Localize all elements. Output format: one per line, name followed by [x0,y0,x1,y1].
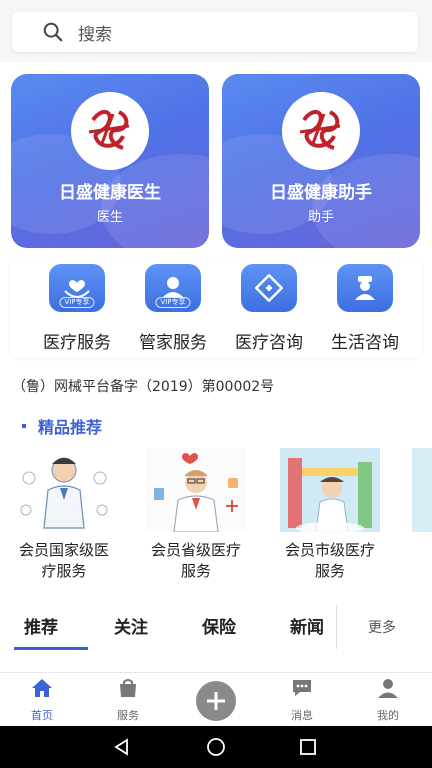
service-label: 医疗服务 [43,333,111,353]
doctor-illustration-icon [146,448,246,532]
bottom-nav: 首页 服务 消息 我的 [0,672,432,726]
tab-insurance[interactable]: 保险 [202,613,236,638]
service-grid: VIP专享 医疗服务 VIP专享 管家服务 医疗咨询 生活咨询 [10,258,422,358]
more-button[interactable]: 更多 [368,617,396,637]
bullet-icon [22,424,26,428]
product-card[interactable]: 会员市级医疗 服务 [274,448,386,582]
vip-tag: VIP专享 [155,297,191,308]
tab-recommend[interactable]: 推荐 [24,613,58,638]
tab-follow[interactable]: 关注 [114,613,148,638]
heart-hands-icon: VIP专享 [49,264,105,312]
search-area: 搜索 [0,0,432,62]
system-nav-bar [0,726,432,768]
vip-tag: VIP专享 [59,297,95,308]
nav-label: 服务 [117,709,139,722]
nav-profile[interactable]: 我的 [358,677,418,723]
service-label: 生活咨询 [331,333,399,353]
medical-cross-icon [241,264,297,312]
service-label: 医疗咨询 [235,333,303,353]
brand-logo-icon [71,92,149,170]
product-card[interactable]: 会员国家级医 疗服务 [8,448,120,582]
hero-card-doctor[interactable]: 日盛健康医生 医生 [11,74,209,248]
service-label: 管家服务 [139,333,207,353]
product-title-line: 服务 [180,562,211,580]
home-circle-icon[interactable] [206,737,226,757]
section-heading: 精品推荐 [22,414,102,438]
product-title: 会员市级医疗 服务 [274,540,386,582]
search-input[interactable]: 搜索 [12,12,418,52]
service-medical[interactable]: VIP专享 医疗服务 [28,264,126,353]
hero-title: 日盛健康助手 [270,183,372,203]
add-button[interactable] [196,681,236,721]
active-tab-indicator [14,647,88,650]
product-title-line: 服务 [314,562,345,580]
service-consult-life[interactable]: 生活咨询 [316,264,414,353]
search-placeholder: 搜索 [78,24,112,45]
tab-news[interactable]: 新闻 [290,613,324,638]
doctor-illustration-icon [280,448,380,532]
hero-subtitle: 医生 [96,210,123,225]
nav-service[interactable]: 服务 [98,677,158,723]
product-title-line: 会员市级医疗 [284,541,375,559]
divider [336,605,337,649]
hero-title: 日盛健康医生 [59,183,161,203]
nav-messages[interactable]: 消息 [272,677,332,723]
nav-label: 首页 [31,709,53,722]
brand-logo-icon [282,92,360,170]
nav-home[interactable]: 首页 [12,677,72,723]
nav-label: 消息 [291,709,313,722]
product-image-partial [412,448,432,532]
hero-subtitle: 助手 [307,210,334,225]
record-number-text: （鲁）网械平台备字（2019）第00002号 [12,379,275,395]
user-icon [378,679,398,698]
section-title-text: 精品推荐 [38,418,103,437]
doctor-illustration-icon [14,448,114,532]
nav-label: 我的 [377,709,399,722]
hero-card-helper[interactable]: 日盛健康助手 助手 [222,74,420,248]
plus-icon [207,692,225,710]
service-consult-medical[interactable]: 医疗咨询 [220,264,318,353]
service-butler[interactable]: VIP专享 管家服务 [124,264,222,353]
person-icon: VIP专享 [145,264,201,312]
search-icon [43,22,63,42]
product-card[interactable]: 会员省级医疗 服务 [140,448,252,582]
content-tabs: 推荐 关注 保险 新闻 更多 [0,603,432,651]
product-title: 会员省级医疗 服务 [140,540,252,582]
product-title-line: 会员省级医疗 [150,541,241,559]
app-root: 搜索 日盛健康医生 医生 日盛健康助手 助手 VIP专享 医疗服务 VIP专享 … [0,0,432,768]
product-title-line: 疗服务 [41,562,87,580]
nurse-icon [337,264,393,312]
product-title: 会员国家级医 疗服务 [8,540,120,582]
chat-icon [293,680,311,696]
back-icon[interactable] [112,737,132,757]
bag-icon [120,679,136,697]
home-icon [32,679,52,697]
product-title-line: 会员国家级医 [18,541,109,559]
recents-icon[interactable] [298,737,318,757]
product-card-partial[interactable] [412,448,432,532]
